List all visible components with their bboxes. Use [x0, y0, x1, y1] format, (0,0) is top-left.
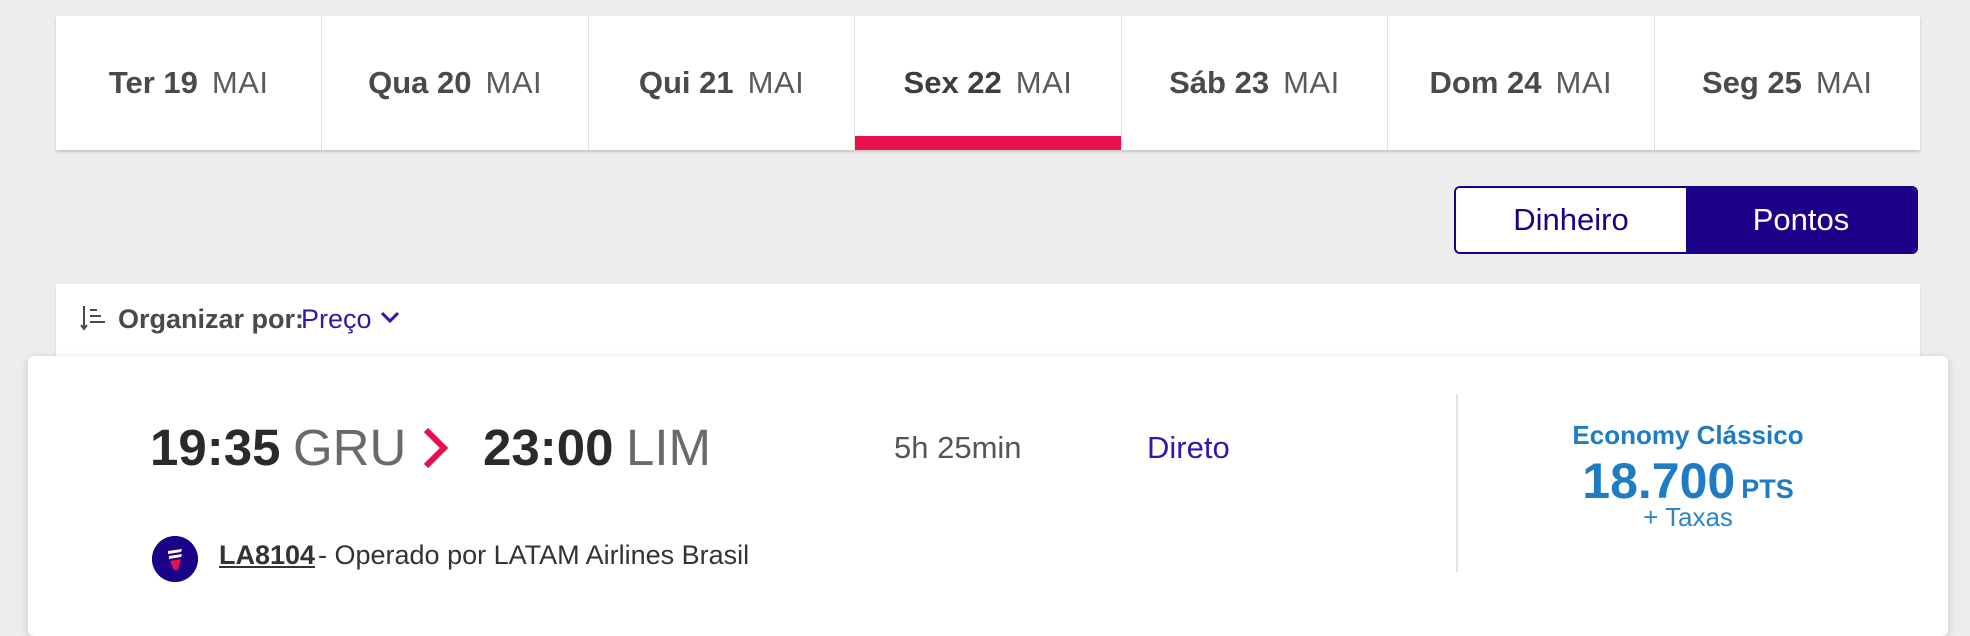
departure-airport: GRU: [293, 419, 407, 476]
taxes-note: + Taxas: [1643, 502, 1733, 532]
arrival-airport: LIM: [626, 419, 712, 476]
money-option-button[interactable]: Dinheiro: [1456, 188, 1686, 252]
date-tab-day: Sex 22: [903, 65, 1002, 100]
sort-dropdown[interactable]: Preço: [301, 304, 372, 335]
chevron-right-icon: [423, 427, 449, 469]
date-tab-seg-25[interactable]: Seg 25 MAI: [1655, 16, 1920, 150]
date-tab-day: Qua 20: [368, 65, 472, 100]
flight-number-link[interactable]: LA8104: [219, 540, 315, 571]
date-tab-month: MAI: [485, 65, 543, 100]
date-tab-month: MAI: [211, 65, 269, 100]
date-tab-ter-19[interactable]: Ter 19 MAI: [56, 16, 323, 150]
date-tab-day: Seg 25: [1701, 65, 1802, 100]
stops-link[interactable]: Direto: [1147, 430, 1230, 466]
arrival-time: 23:00: [483, 419, 614, 476]
date-tab-day: Dom 24: [1429, 65, 1542, 100]
date-tab-day: Qui 21: [638, 65, 734, 100]
price-unit: PTS: [1741, 474, 1794, 504]
operator-text: - Operado por LATAM Airlines Brasil: [318, 540, 750, 570]
price-value: 18.700: [1582, 453, 1736, 509]
flight-duration: 5h 25min: [894, 430, 1022, 465]
date-tab-sab-23[interactable]: Sáb 23 MAI: [1122, 16, 1389, 150]
flight-card[interactable]: 19:35 GRU 23:00 LIM 5h 25min Direto Econ…: [28, 356, 1948, 636]
date-tab-sex-22[interactable]: Sex 22 MAI: [855, 16, 1122, 150]
divider: [1456, 394, 1458, 572]
points-option-button[interactable]: Pontos: [1686, 188, 1916, 252]
date-tab-qua-20[interactable]: Qua 20 MAI: [322, 16, 589, 150]
date-tab-day: Sáb 23: [1169, 65, 1270, 100]
date-tab-month: MAI: [747, 65, 805, 100]
date-tab-month: MAI: [1555, 65, 1613, 100]
date-selector: Ter 19 MAI Qua 20 MAI Qui 21 MAI Sex 22 …: [56, 16, 1920, 150]
departure-time: 19:35: [150, 419, 281, 476]
date-tab-day: Ter 19: [108, 65, 198, 100]
date-tab-month: MAI: [1283, 65, 1340, 100]
fare-class-label: Economy Clássico: [1572, 420, 1804, 450]
sort-bar: Organizar por: Preço: [56, 284, 1920, 364]
date-tab-dom-24[interactable]: Dom 24 MAI: [1388, 16, 1655, 150]
date-tab-qui-21[interactable]: Qui 21 MAI: [589, 16, 856, 150]
sort-icon: [80, 306, 105, 331]
date-tab-month: MAI: [1015, 65, 1073, 100]
date-tab-month: MAI: [1815, 65, 1873, 100]
selected-indicator: [855, 136, 1121, 150]
chevron-down-icon[interactable]: [379, 306, 401, 328]
sort-label: Organizar por:: [118, 304, 305, 334]
latam-logo-icon: [152, 536, 198, 582]
currency-toggle: Dinheiro Pontos: [1454, 186, 1918, 254]
